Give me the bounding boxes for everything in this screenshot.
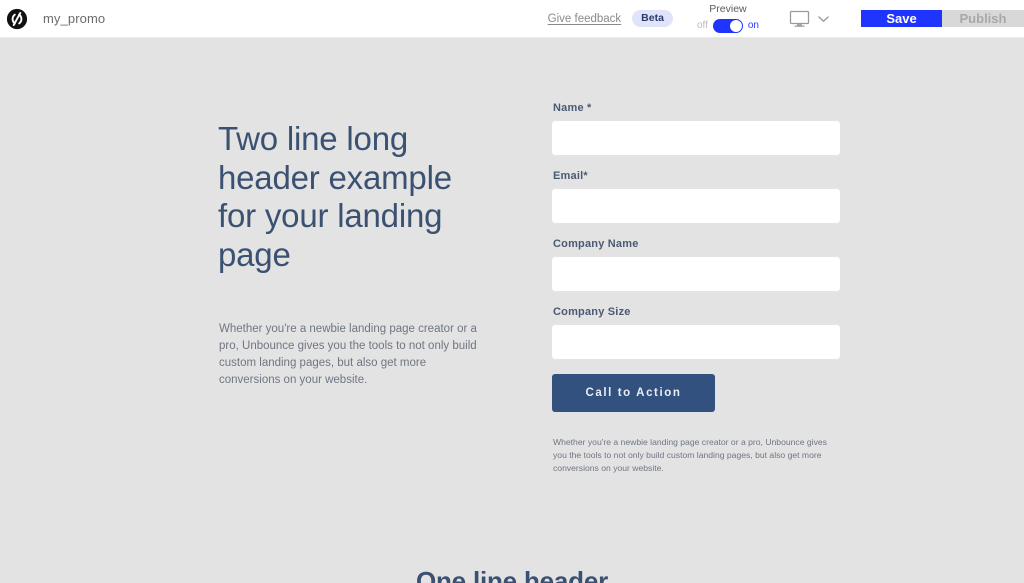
toggle-knob (729, 19, 742, 32)
form-field-email: Email* (552, 170, 840, 223)
email-input[interactable] (552, 189, 840, 223)
publish-button[interactable]: Publish (942, 10, 1024, 27)
form-fineprint-text: Whether you're a newbie landing page cre… (553, 437, 827, 473)
preview-toggle-switch[interactable] (712, 18, 743, 33)
preview-off-label: off (696, 19, 708, 31)
preview-on-label: on (747, 19, 759, 31)
form-field-company-name: Company Name (552, 238, 840, 291)
project-name-label[interactable]: my_promo (43, 11, 105, 26)
name-input[interactable] (552, 121, 840, 155)
chevron-down-icon (818, 15, 829, 22)
call-to-action-button[interactable]: Call to Action (552, 374, 715, 412)
toolbar-right-group: Give feedback Beta Preview off on Save P… (548, 0, 1024, 37)
form-field-name: Name * (552, 102, 840, 155)
app-toolbar: my_promo Give feedback Beta Preview off … (0, 0, 1024, 38)
toolbar-left-group: my_promo (0, 0, 105, 37)
hero-heading[interactable]: Two line long header example for your la… (218, 120, 486, 274)
company-size-input[interactable] (552, 325, 840, 359)
save-button[interactable]: Save (861, 10, 942, 27)
hero-body-text[interactable]: Whether you're a newbie landing page cre… (219, 321, 477, 389)
unbounce-logo-icon[interactable] (6, 8, 28, 30)
preview-toggle-group: Preview off on (697, 4, 759, 33)
company-size-field-label: Company Size (553, 306, 631, 318)
landing-page-canvas[interactable]: Two line long header example for your la… (0, 38, 1024, 583)
device-selector[interactable] (789, 10, 829, 28)
give-feedback-link[interactable]: Give feedback (548, 13, 622, 25)
section-heading[interactable]: One line header (0, 566, 1024, 583)
name-field-label: Name * (553, 102, 592, 114)
preview-toggle-row: off on (696, 18, 759, 33)
unbounce-logo-glyph (6, 8, 28, 29)
company-name-input[interactable] (552, 257, 840, 291)
preview-label: Preview (709, 3, 747, 16)
email-field-label: Email* (553, 170, 588, 182)
company-name-field-label: Company Name (553, 238, 639, 250)
form-field-company-size: Company Size (552, 306, 840, 359)
lead-capture-form: Name * Email* Company Name Company Size … (552, 102, 840, 475)
desktop-monitor-icon (789, 10, 810, 27)
beta-badge: Beta (632, 9, 673, 28)
